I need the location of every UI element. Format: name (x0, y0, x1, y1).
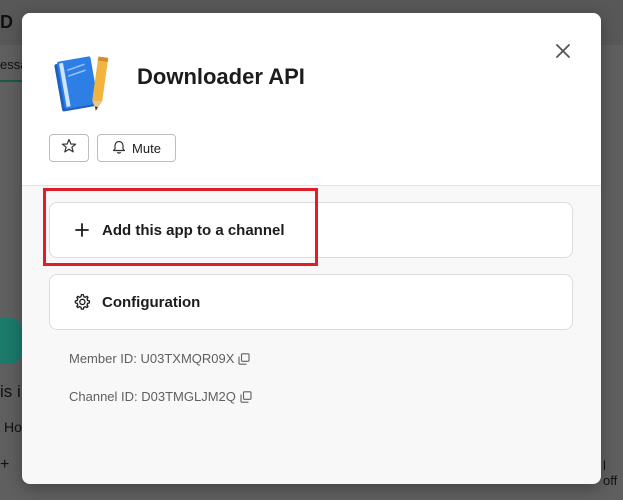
close-icon (556, 43, 570, 63)
bell-icon (112, 139, 126, 157)
background-avatar (0, 318, 22, 364)
app-details-modal: Downloader API Mute Add this app to a ch… (22, 13, 601, 484)
configuration-button[interactable]: Configuration (49, 274, 573, 330)
background-plus-fragment: + (0, 456, 10, 473)
mute-button[interactable]: Mute (97, 134, 176, 162)
add-to-channel-button[interactable]: Add this app to a channel (49, 202, 573, 258)
modal-header: Downloader API Mute (22, 13, 601, 186)
background-text-fragment: is i (0, 382, 21, 401)
copy-member-id-icon[interactable] (238, 352, 250, 365)
channel-id-text: Channel ID: D03TMGLJM2Q (69, 389, 236, 404)
star-button[interactable] (49, 134, 89, 162)
close-button[interactable] (549, 39, 577, 67)
background-title-fragment: D (0, 12, 13, 32)
copy-channel-id-icon[interactable] (240, 390, 252, 403)
member-id-row: Member ID: U03TXMQR09X (69, 351, 250, 366)
star-icon (61, 138, 77, 159)
background-link-fragment: Ho (4, 419, 22, 435)
plus-icon (71, 219, 93, 241)
mute-label: Mute (132, 140, 161, 156)
app-book-icon (50, 51, 116, 117)
background-right-fragment: l off (603, 458, 618, 488)
background-tab-underline (0, 80, 22, 82)
member-id-text: Member ID: U03TXMQR09X (69, 351, 235, 366)
app-title: Downloader API (137, 64, 305, 89)
add-to-channel-label: Add this app to a channel (102, 221, 285, 239)
channel-id-row: Channel ID: D03TMGLJM2Q (69, 389, 252, 404)
configuration-label: Configuration (102, 293, 201, 311)
gear-icon (71, 291, 93, 313)
